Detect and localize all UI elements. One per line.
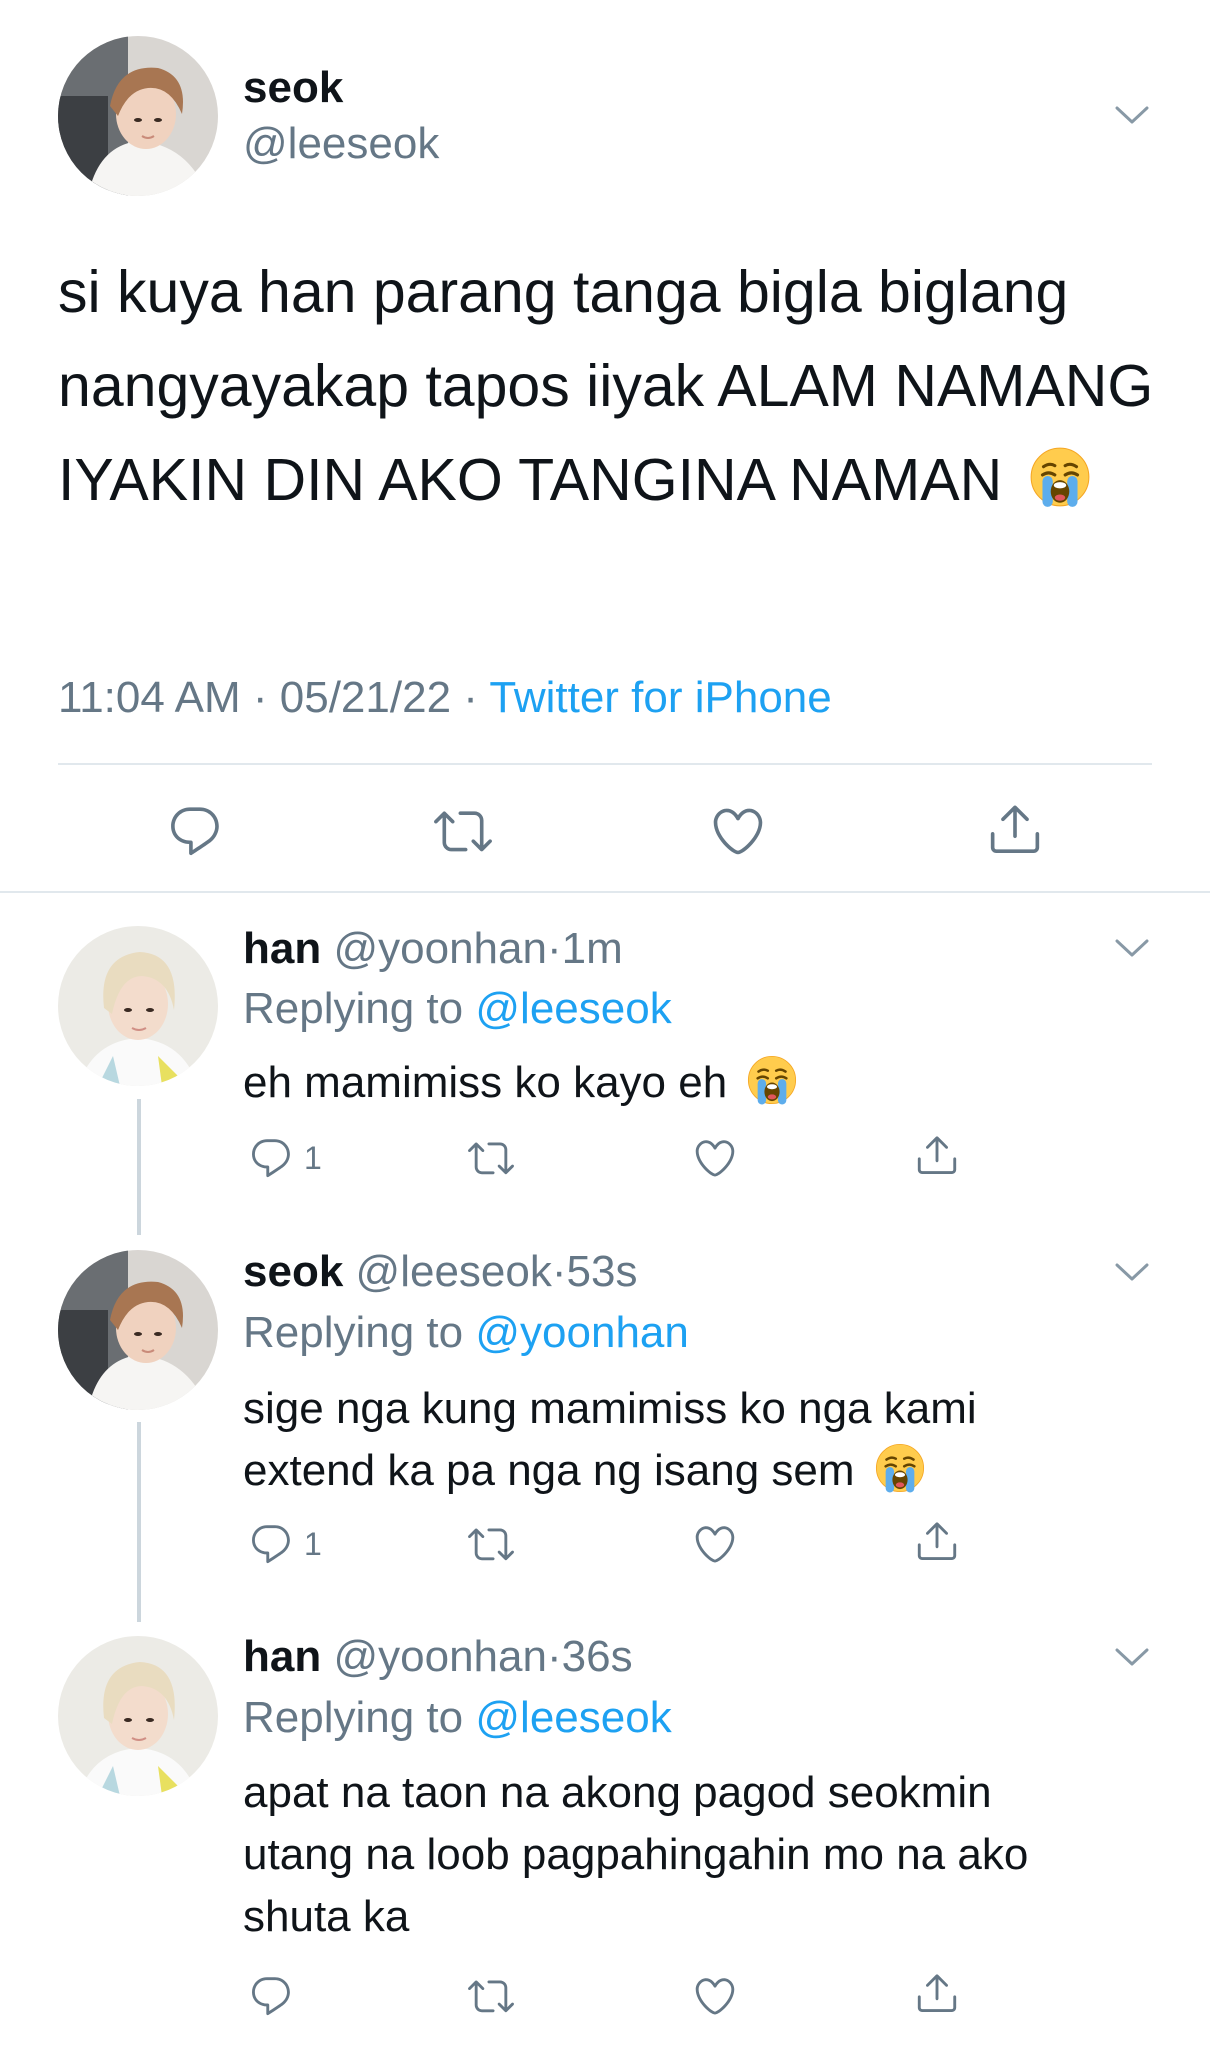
handle[interactable]: @yoonhan bbox=[333, 924, 547, 973]
avatar[interactable] bbox=[58, 1250, 218, 1410]
reply-age: 1m bbox=[561, 924, 623, 973]
like-button[interactable] bbox=[692, 1135, 738, 1181]
share-button[interactable] bbox=[986, 800, 1044, 858]
avatar-image bbox=[58, 36, 218, 196]
share-icon bbox=[986, 800, 1044, 858]
tweet-text-body: si kuya han parang tanga bigla biglang n… bbox=[58, 259, 1154, 513]
loudly-crying-face-icon bbox=[873, 1441, 927, 1495]
reply-count: 1 bbox=[304, 1139, 322, 1176]
chevron-down-icon[interactable] bbox=[1114, 1261, 1150, 1283]
reply-header: han @yoonhan·36s bbox=[243, 1628, 633, 1686]
reply-text-line: apat na taon na akong pagod seokmin bbox=[243, 1768, 992, 1817]
retweet-icon bbox=[432, 802, 494, 860]
like-button[interactable] bbox=[709, 802, 767, 860]
share-button[interactable] bbox=[914, 1132, 960, 1178]
chevron-down-icon[interactable] bbox=[1114, 104, 1150, 126]
display-name[interactable]: han bbox=[243, 924, 321, 973]
share-button[interactable] bbox=[914, 1518, 960, 1564]
replying-to-mention[interactable]: @leeseok bbox=[475, 1693, 671, 1742]
like-icon bbox=[709, 802, 767, 860]
handle[interactable]: @leeseok bbox=[243, 116, 439, 172]
avatar[interactable] bbox=[58, 36, 218, 196]
tweet-meta: 11:04 AM · 05/21/22 · Twitter for iPhone bbox=[58, 670, 832, 726]
display-name[interactable]: seok bbox=[243, 1247, 343, 1296]
replying-to: Replying to @leeseok bbox=[243, 1689, 672, 1747]
thread-line bbox=[137, 1099, 141, 1235]
tweet-source-link[interactable]: Twitter for iPhone bbox=[489, 673, 831, 722]
reply-text-line: utang na loob pagpahingahin mo na ako bbox=[243, 1830, 1029, 1879]
reply-count: 1 bbox=[304, 1525, 322, 1562]
display-name[interactable]: seok bbox=[243, 60, 343, 116]
reply-icon bbox=[166, 802, 224, 860]
share-icon bbox=[914, 1518, 960, 1564]
handle[interactable]: @leeseok bbox=[356, 1247, 552, 1296]
reply-text: apat na taon na akong pagod seokmin utan… bbox=[243, 1762, 1028, 1948]
avatar-image bbox=[58, 926, 218, 1086]
divider bbox=[58, 763, 1152, 765]
reply-icon bbox=[248, 1135, 294, 1181]
replying-to-label: Replying to bbox=[243, 984, 464, 1033]
tweet-date: 05/21/22 bbox=[279, 673, 452, 722]
loudly-crying-face-icon bbox=[745, 1053, 799, 1107]
meta-separator: · bbox=[463, 673, 478, 722]
share-button[interactable] bbox=[914, 1970, 960, 2016]
like-icon bbox=[692, 1135, 738, 1181]
display-name[interactable]: han bbox=[243, 1632, 321, 1681]
reply-text-line: shuta ka bbox=[243, 1892, 410, 1941]
replying-to-mention[interactable]: @yoonhan bbox=[475, 1308, 689, 1357]
avatar[interactable] bbox=[58, 1636, 218, 1796]
thread-line bbox=[137, 1422, 141, 1622]
chevron-down-icon[interactable] bbox=[1114, 1646, 1150, 1668]
like-icon bbox=[692, 1521, 738, 1567]
replying-to: Replying to @leeseok bbox=[243, 980, 672, 1038]
reply-button[interactable] bbox=[166, 802, 224, 860]
reply-text: eh mamimiss ko kayo eh bbox=[243, 1052, 799, 1114]
retweet-icon bbox=[466, 1973, 516, 2019]
reply-icon bbox=[248, 1521, 294, 1567]
loudly-crying-face-icon bbox=[1027, 443, 1093, 509]
meta-separator: · bbox=[551, 1247, 567, 1296]
replying-to: Replying to @yoonhan bbox=[243, 1304, 689, 1362]
replying-to-label: Replying to bbox=[243, 1693, 464, 1742]
replying-to-mention[interactable]: @leeseok bbox=[475, 984, 671, 1033]
reply-text-line: extend ka pa nga ng isang sem bbox=[243, 1440, 977, 1502]
share-icon bbox=[914, 1132, 960, 1178]
reply-header: han @yoonhan·1m bbox=[243, 920, 623, 978]
reply-button[interactable]: 1 bbox=[248, 1135, 322, 1181]
retweet-button[interactable] bbox=[466, 1521, 516, 1567]
like-icon bbox=[692, 1973, 738, 2019]
share-icon bbox=[914, 1970, 960, 2016]
tweet-text: si kuya han parang tanga bigla biglang n… bbox=[58, 245, 1168, 527]
reply-age: 53s bbox=[566, 1247, 638, 1296]
avatar-image bbox=[58, 1636, 218, 1796]
meta-separator: · bbox=[546, 924, 562, 973]
reply-text-line: sige nga kung mamimiss ko nga kami bbox=[243, 1384, 977, 1433]
tweet-time: 11:04 AM bbox=[58, 673, 241, 722]
retweet-icon bbox=[466, 1135, 516, 1181]
meta-separator: · bbox=[252, 673, 268, 722]
reply-age: 36s bbox=[561, 1632, 633, 1681]
retweet-button[interactable] bbox=[466, 1973, 516, 2019]
reply-text-body: eh mamimiss ko kayo eh bbox=[243, 1058, 728, 1107]
chevron-down-icon[interactable] bbox=[1114, 937, 1150, 959]
reply-button[interactable] bbox=[248, 1973, 294, 2019]
meta-separator: · bbox=[546, 1632, 562, 1681]
replying-to-label: Replying to bbox=[243, 1308, 464, 1357]
retweet-button[interactable] bbox=[432, 802, 494, 860]
reply-icon bbox=[248, 1973, 294, 2019]
reply-text: sige nga kung mamimiss ko nga kami exten… bbox=[243, 1378, 977, 1502]
divider bbox=[0, 891, 1210, 893]
like-button[interactable] bbox=[692, 1521, 738, 1567]
reply-header: seok @leeseok·53s bbox=[243, 1243, 637, 1301]
avatar[interactable] bbox=[58, 926, 218, 1086]
retweet-button[interactable] bbox=[466, 1135, 516, 1181]
retweet-icon bbox=[466, 1521, 516, 1567]
reply-text-body: extend ka pa nga ng isang sem bbox=[243, 1446, 855, 1495]
like-button[interactable] bbox=[692, 1973, 738, 2019]
reply-button[interactable]: 1 bbox=[248, 1521, 322, 1567]
avatar-image bbox=[58, 1250, 218, 1410]
handle[interactable]: @yoonhan bbox=[333, 1632, 547, 1681]
